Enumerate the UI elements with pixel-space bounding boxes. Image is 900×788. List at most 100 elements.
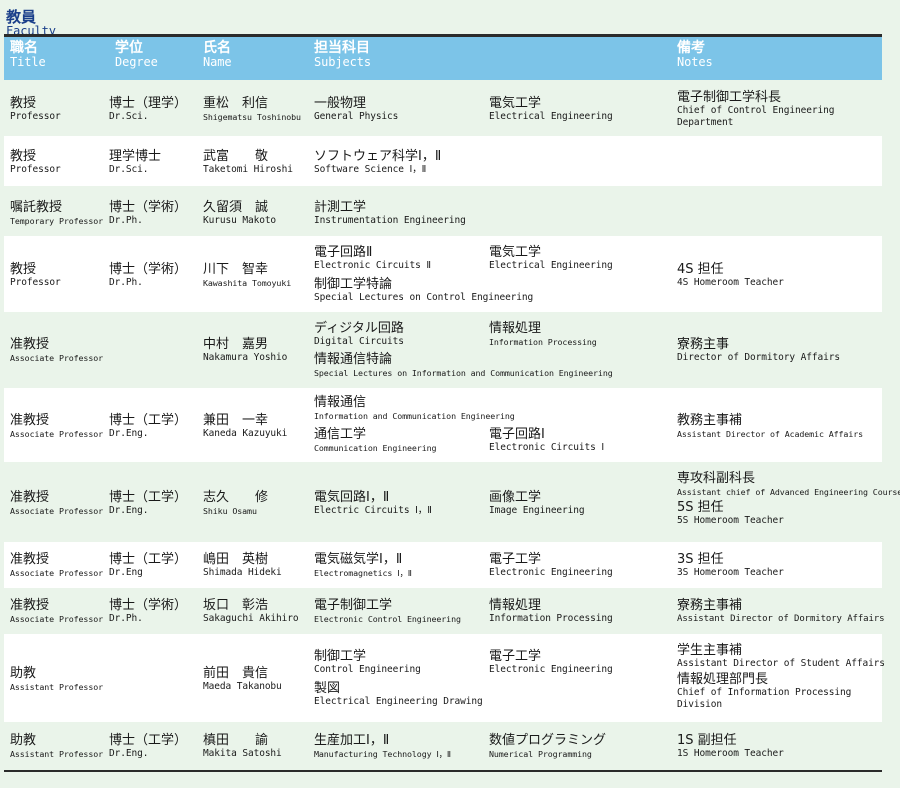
header-name-ja: 氏名 <box>203 40 231 56</box>
degree-en: Dr.Eng. <box>109 748 149 759</box>
subject-en: General Physics <box>314 111 399 122</box>
subject-item: 電子工学 Electronic Engineering <box>489 649 613 676</box>
name-en: Shiku Osamu <box>203 506 257 516</box>
title-cell: 准教授 Associate Professor <box>10 337 103 364</box>
header-subjects-ja: 担当科目 <box>314 40 370 56</box>
subject-item: ソフトウェア科学Ⅰ，Ⅱ Software Science Ⅰ，Ⅱ <box>314 149 441 176</box>
degree-ja: 博士（工学） <box>109 413 188 428</box>
subject-item: 電気工学 Electrical Engineering <box>489 245 613 272</box>
degree-en: Dr.Sci. <box>109 164 149 175</box>
name-cell: 中村 嘉男 Nakamura Yoshio <box>203 337 287 364</box>
title-en: Associate Professor <box>10 429 104 439</box>
name-ja: 槙田 諭 <box>203 733 269 748</box>
note-en: 5S Homeroom Teacher <box>677 515 784 526</box>
name-ja: 兼田 一幸 <box>203 413 269 428</box>
notes-cell: 教務主事補 Assistant Director of Academic Aff… <box>677 413 863 440</box>
note-item: 学生主事補 Assistant Director of Student Affai… <box>677 643 885 670</box>
name-cell: 坂口 彰浩 Sakaguchi Akihiro <box>203 598 299 625</box>
subjects-cell: 電子回路Ⅱ Electronic Circuits Ⅱ 電気工学 Electrica… <box>314 245 674 321</box>
name-cell: 前田 貴信 Maeda Takanobu <box>203 666 282 693</box>
subject-ja: 制御工学特論 <box>314 277 393 292</box>
header-title-en: Title <box>10 55 46 69</box>
name-en: Kurusu Makoto <box>203 215 277 226</box>
subject-en: Information and Communication Engineerin… <box>314 411 515 421</box>
title-en: Professor <box>10 164 61 175</box>
header-notes: 備考 Notes <box>677 40 713 69</box>
name-ja: 中村 嘉男 <box>203 337 269 352</box>
note-en: Assistant chief of Advanced Engineering … <box>677 487 900 497</box>
title-cell: 助教 Assistant Professor <box>10 733 103 760</box>
note-en: Assistant Director of Academic Affairs <box>677 429 864 439</box>
note-ja: 1S 副担任 <box>677 733 737 748</box>
title-cell: 教授 Professor <box>10 96 61 123</box>
header-name: 氏名 Name <box>203 40 232 69</box>
subject-en: Image Engineering <box>489 505 585 516</box>
degree-ja: 博士（工学） <box>109 490 188 505</box>
title-ja: 教授 <box>10 262 37 277</box>
title-cell: 嘱託教授 Temporary Professor <box>10 200 103 227</box>
subject-item: 計測工学 Instrumentation Engineering <box>314 200 466 227</box>
subject-item: 製図 Electrical Engineering Drawing <box>314 681 483 708</box>
degree-cell: 博士（工学） Dr.Eng. <box>109 490 187 517</box>
subject-ja: 電子制御工学 <box>314 598 393 613</box>
degree-cell: 博士（理学） Dr.Sci. <box>109 96 187 123</box>
name-en: Sakaguchi Akihiro <box>203 613 299 624</box>
header-subjects-en: Subjects <box>314 55 371 69</box>
subjects-cell: 情報通信 Information and Communication Engine… <box>314 395 674 469</box>
subject-ja: 一般物理 <box>314 96 367 111</box>
subject-en: Electronic Control Engineering <box>314 614 461 624</box>
note-en: Chief of Control Engineering Department <box>677 105 835 128</box>
table-row: 准教授 Associate Professor 中村 嘉男 Nakamura Yos… <box>4 314 882 386</box>
header-notes-en: Notes <box>677 55 713 69</box>
title-cell: 教授 Professor <box>10 149 61 176</box>
degree-cell: 博士（工学） Dr.Eng <box>109 552 187 579</box>
header-degree-en: Degree <box>115 55 158 69</box>
degree-ja: 博士（学術） <box>109 262 188 277</box>
subject-ja: 電気工学 <box>489 245 542 260</box>
header-title-ja: 職名 <box>10 40 38 56</box>
subject-item: ディジタル回路 Digital Circuits <box>314 321 404 348</box>
subject-item: 数値プログラミング Numerical Programming <box>489 733 606 760</box>
title-cell: 准教授 Associate Professor <box>10 490 103 517</box>
notes-cell: 1S 副担任 1S Homeroom Teacher <box>677 733 784 760</box>
subject-ja: 制御工学 <box>314 649 367 664</box>
degree-ja: 博士（学術） <box>109 598 188 613</box>
degree-cell: 理学博士 Dr.Sci. <box>109 149 161 176</box>
name-cell: 川下 智幸 Kawashita Tomoyuki <box>203 262 291 289</box>
note-ja: 情報処理部門長 <box>677 672 769 687</box>
note-en: Director of Dormitory Affairs <box>677 352 840 363</box>
subject-item: 情報処理 Information Processing <box>489 598 613 625</box>
table-row: 准教授 Associate Professor 博士（工学） Dr.Eng 嶋田 英… <box>4 542 882 588</box>
title-en: Associate Professor <box>10 614 104 624</box>
name-cell: 嶋田 英樹 Shimada Hideki <box>203 552 282 579</box>
table-row: 助教 Assistant Professor 前田 貴信 Maeda Takanob… <box>4 634 885 722</box>
name-cell: 久留須 誠 Kurusu Makoto <box>203 200 276 227</box>
title-ja: 准教授 <box>10 490 50 505</box>
title-en: Professor <box>10 277 61 288</box>
name-en: Kawashita Tomoyuki <box>203 278 292 288</box>
subject-item: 情報通信特論 Special Lectures on Information an… <box>314 352 613 379</box>
note-en: Assistant Director of Student Affairs <box>677 658 885 669</box>
bottom-rule <box>4 770 882 772</box>
degree-cell: 博士（学術） Dr.Ph. <box>109 598 187 625</box>
subject-ja: 電気磁気学Ⅰ，Ⅱ <box>314 552 403 567</box>
subject-en: Information Processing <box>489 337 597 347</box>
subject-item: 制御工学特論 Special Lectures on Control Engine… <box>314 277 533 304</box>
notes-cell: 寮務主事 Director of Dormitory Affairs <box>677 337 840 364</box>
note-en: 3S Homeroom Teacher <box>677 567 784 578</box>
subjects-cell: ディジタル回路 Digital Circuits 情報処理 Information … <box>314 321 674 393</box>
heading-ja: 教員 <box>6 8 37 26</box>
degree-cell: 博士（学術） Dr.Ph. <box>109 200 187 227</box>
subject-ja: ソフトウェア科学Ⅰ，Ⅱ <box>314 149 442 164</box>
subject-ja: 計測工学 <box>314 200 367 215</box>
subject-en: Digital Circuits <box>314 336 404 347</box>
degree-en: Dr.Ph. <box>109 613 143 624</box>
title-cell: 准教授 Associate Professor <box>10 552 103 579</box>
title-en: Assistant Professor <box>10 749 104 759</box>
header-degree: 学位 Degree <box>115 41 158 69</box>
header-notes-ja: 備考 <box>677 40 705 56</box>
subject-item: 情報処理 Information Processing <box>489 321 597 348</box>
name-en: Shigematsu Toshinobu <box>203 112 301 122</box>
name-ja: 久留須 誠 <box>203 200 269 215</box>
notes-cell: 電子制御工学科長 Chief of Control Engineering De… <box>677 90 867 129</box>
